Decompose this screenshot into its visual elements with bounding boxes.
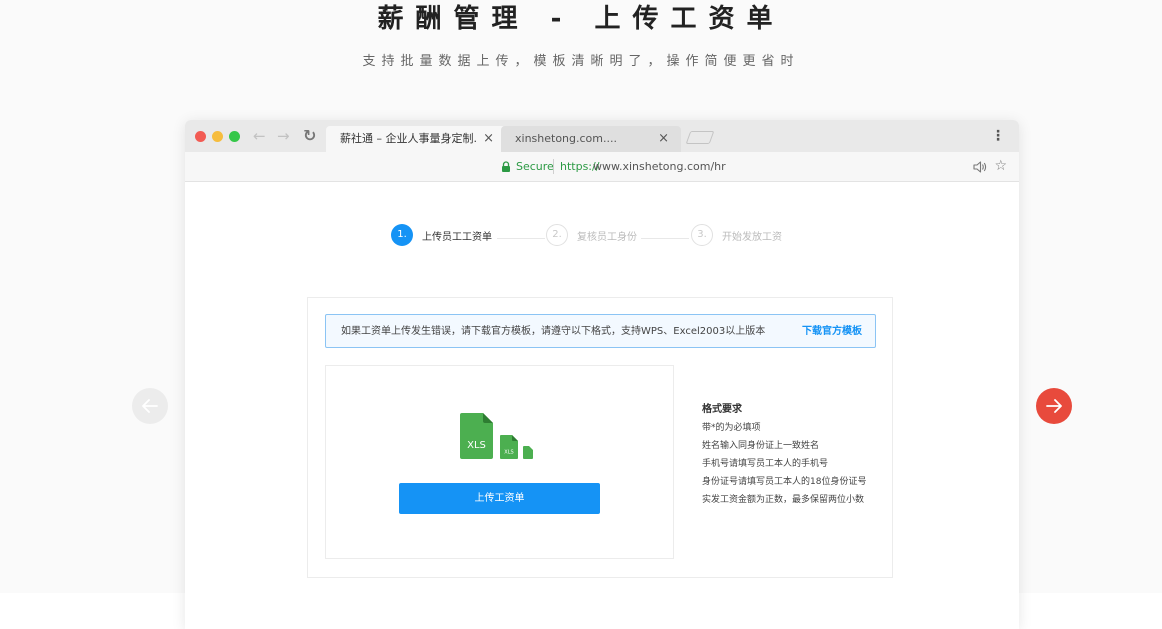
step-1-label: 上传员工工资单 bbox=[422, 232, 492, 243]
tab-title: xinshetong.com.... bbox=[515, 132, 617, 145]
download-template-link[interactable]: 下载官方模板 bbox=[802, 326, 862, 338]
secure-label: Secure bbox=[516, 160, 554, 173]
new-tab-button[interactable] bbox=[685, 131, 715, 144]
step-3-label: 开始发放工资 bbox=[722, 232, 782, 243]
upload-card: 如果工资单上传发生错误，请下载官方模板，请遵守以下格式，支持WPS、Excel2… bbox=[307, 297, 893, 578]
page-subtitle: 支持批量数据上传，模板清晰明了，操作简便更省时 bbox=[362, 54, 800, 69]
step-3-number: 3. bbox=[691, 224, 713, 246]
window-maximize-dot[interactable] bbox=[229, 131, 240, 142]
address-bar[interactable]: Secure https:// www.xinshetong.com/hr ☆ bbox=[185, 152, 1019, 182]
arrow-left-icon bbox=[142, 399, 158, 413]
lock-icon bbox=[502, 161, 510, 172]
window-close-dot[interactable] bbox=[195, 131, 206, 142]
page-content: 1. 上传员工工资单 2. 复核员工身份 3. 开始发放工资 如果工资单上传发生… bbox=[185, 182, 1019, 629]
format-rule: 带*的为必填项 bbox=[702, 423, 761, 433]
xls-icon-label: XLS bbox=[467, 440, 486, 451]
tab-close-icon[interactable]: × bbox=[658, 126, 669, 152]
url-text: www.xinshetong.com/hr bbox=[593, 160, 726, 173]
format-rules: 格式要求 带*的为必填项 姓名输入同身份证上一致姓名 手机号请填写员工本人的手机… bbox=[702, 404, 882, 512]
info-alert: 如果工资单上传发生错误，请下载官方模板，请遵守以下格式，支持WPS、Excel2… bbox=[325, 314, 876, 348]
step-connector bbox=[641, 238, 689, 239]
carousel-prev-button[interactable] bbox=[132, 388, 168, 424]
carousel-next-button[interactable] bbox=[1036, 388, 1072, 424]
format-rule: 姓名输入同身份证上一致姓名 bbox=[702, 441, 820, 451]
upload-payroll-button[interactable]: 上传工资单 bbox=[399, 483, 600, 514]
back-arrow-icon[interactable]: ← bbox=[253, 127, 266, 145]
alert-message: 如果工资单上传发生错误，请下载官方模板，请遵守以下格式，支持WPS、Excel2… bbox=[341, 326, 766, 337]
page-title: 薪酬管理 - 上传工资单 bbox=[377, 4, 785, 34]
format-rule: 手机号请填写员工本人的手机号 bbox=[702, 459, 829, 469]
tab-title: 薪社通 – 企业人事量身定制... bbox=[340, 132, 478, 145]
forward-arrow-icon[interactable]: → bbox=[277, 127, 290, 145]
tab-close-icon[interactable]: × bbox=[483, 126, 494, 152]
url-separator bbox=[553, 159, 554, 174]
window-minimize-dot[interactable] bbox=[212, 131, 223, 142]
step-2-number: 2. bbox=[546, 224, 568, 246]
browser-window: ← → ↻ 薪社通 – 企业人事量身定制... × xinshetong.com… bbox=[185, 120, 1019, 629]
xls-file-icon: XLS XLS bbox=[460, 413, 533, 459]
format-rules-title: 格式要求 bbox=[702, 404, 742, 415]
speaker-icon[interactable] bbox=[973, 160, 987, 174]
step-1-number: 1. bbox=[391, 224, 413, 246]
browser-menu-icon[interactable]: ⋮ bbox=[991, 128, 1005, 144]
step-2-label: 复核员工身份 bbox=[577, 232, 637, 243]
browser-tab-inactive[interactable]: xinshetong.com.... × bbox=[501, 126, 681, 152]
arrow-right-icon bbox=[1046, 399, 1062, 413]
bookmark-star-icon[interactable]: ☆ bbox=[994, 157, 1007, 175]
xls-icon-label-small: XLS bbox=[504, 450, 513, 456]
browser-tab-active[interactable]: 薪社通 – 企业人事量身定制... × bbox=[326, 126, 506, 152]
format-rule: 身份证号请填写员工本人的18位身份证号 bbox=[702, 477, 867, 487]
step-connector bbox=[497, 238, 545, 239]
format-rule: 实发工资金额为正数，最多保留两位小数 bbox=[702, 495, 865, 505]
upload-dropzone[interactable]: XLS XLS 上传工资单 bbox=[325, 365, 674, 559]
browser-tabbar: ← → ↻ 薪社通 – 企业人事量身定制... × xinshetong.com… bbox=[185, 120, 1019, 152]
reload-icon[interactable]: ↻ bbox=[303, 127, 316, 145]
